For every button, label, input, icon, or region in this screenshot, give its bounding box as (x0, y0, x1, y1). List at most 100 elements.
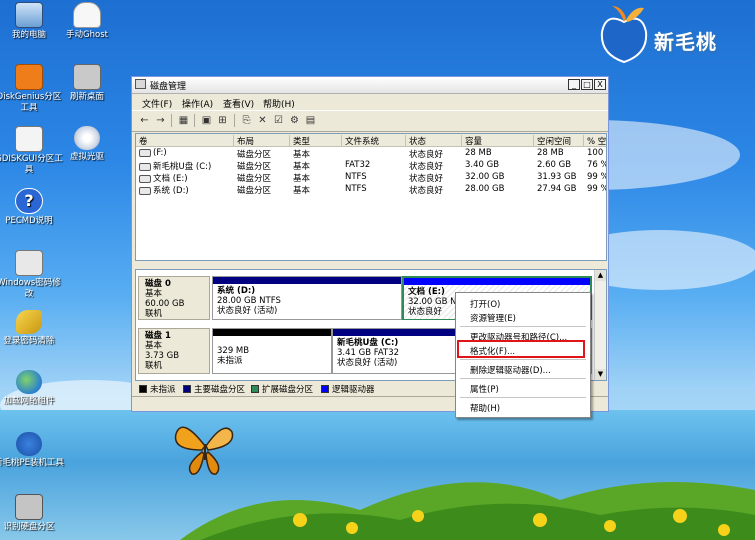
disk-scan-icon (15, 494, 43, 520)
butterfly-decoration (174, 426, 234, 475)
table-row[interactable]: 新毛桃U盘 (C:) 磁盘分区 基本 FAT32 状态良好 3.40 GB 2.… (136, 159, 607, 172)
help-icon[interactable]: ⊞ (216, 114, 229, 127)
grass-decoration (180, 482, 755, 540)
minimize-button[interactable]: _ (568, 79, 580, 90)
maximize-button[interactable]: □ (581, 79, 593, 90)
close-button[interactable]: X (594, 79, 606, 90)
desktop-icon-network[interactable]: 加载网络组件 (0, 370, 64, 407)
status-cell: 状态良好 (409, 186, 444, 196)
drive-icon (139, 174, 151, 183)
toolbar-separator (171, 114, 172, 127)
legend-label: 逻辑驱动器 (332, 385, 375, 395)
desktop-icon-label: Windows密码修改 (0, 278, 61, 299)
disk-1-label[interactable]: 磁盘 1 基本 3.73 GB 联机 (138, 328, 210, 374)
partition-name: 系统 (D:) (217, 286, 256, 296)
table-row[interactable]: (F:) 磁盘分区 基本 状态良好 28 MB 28 MB 100 % (136, 147, 606, 160)
table-row[interactable]: 系统 (D:) 磁盘分区 基本 NTFS 状态良好 28.00 GB 27.94… (136, 183, 607, 196)
disk-map-scrollbar[interactable]: ▲ ▼ (594, 270, 606, 380)
disk-size: 3.73 GB (145, 351, 180, 361)
desktop-icon-password[interactable]: Windows密码修改 (0, 250, 64, 300)
free-space-cell: 28 MB (537, 148, 564, 158)
menu-item-open[interactable]: 打开(O) (470, 298, 500, 310)
percent-free-cell: 76 % (587, 160, 607, 170)
primary-partition-bar (213, 277, 401, 284)
filesystem-cell: FAT32 (345, 160, 371, 170)
col-header-filesystem[interactable]: 文件系统 (342, 135, 406, 147)
refresh-icon (73, 64, 101, 90)
disk-type: 基本 (145, 289, 163, 299)
network-icon (16, 370, 42, 394)
disk-0-label[interactable]: 磁盘 0 基本 60.00 GB 联机 (138, 276, 210, 320)
forward-icon[interactable]: → (154, 114, 167, 127)
properties-icon[interactable]: ▣ (200, 114, 213, 127)
legend-logical: 逻辑驱动器 (321, 383, 375, 395)
scroll-down-icon[interactable]: ▼ (595, 369, 606, 380)
menu-item-help[interactable]: 帮助(H) (470, 402, 500, 414)
installer-icon (16, 432, 42, 456)
col-header-status[interactable]: 状态 (406, 135, 462, 147)
col-header-free-space[interactable]: 空闲空间 (534, 135, 584, 147)
window-titlebar[interactable]: 磁盘管理 _ □ X (132, 77, 608, 94)
gdisk-icon (15, 126, 43, 152)
menu-help[interactable]: 帮助(H) (263, 97, 295, 110)
free-space-cell: 31.93 GB (537, 172, 577, 182)
desktop-icon-ghost[interactable]: 手动Ghost (52, 2, 122, 41)
volume-cell: 系统 (D:) (139, 184, 189, 196)
partition-system-d[interactable]: 系统 (D:) 28.00 GB NTFS 状态良好 (活动) (212, 276, 402, 320)
menu-action[interactable]: 操作(A) (182, 97, 213, 110)
col-header-type[interactable]: 类型 (290, 135, 342, 147)
back-icon[interactable]: ← (138, 114, 151, 127)
desktop-icon-pecmd[interactable]: ? PECMD说明 (0, 188, 64, 227)
export-icon[interactable]: ☑ (272, 114, 285, 127)
menu-file[interactable]: 文件(F) (142, 97, 172, 110)
delete-icon[interactable]: ✕ (256, 114, 269, 127)
percent-free-cell: 99 % (587, 184, 607, 194)
percent-free-cell: 99 % (587, 172, 607, 182)
desktop-icon-disk-scan[interactable]: 识别硬盘分区 (0, 494, 64, 533)
desktop-icon-virtual-drive[interactable]: 虚拟光驱 (52, 126, 122, 163)
format-icon[interactable]: ▤ (304, 114, 317, 127)
legend-label: 未指派 (150, 385, 176, 395)
table-row[interactable]: 文档 (E:) 磁盘分区 基本 NTFS 状态良好 32.00 GB 31.93… (136, 171, 607, 184)
desktop-icon-refresh[interactable]: 刷新桌面 (52, 64, 122, 103)
col-header-capacity[interactable]: 容量 (462, 135, 534, 147)
computer-icon (15, 2, 43, 28)
legend-swatch (139, 385, 147, 393)
capacity-cell: 28.00 GB (465, 184, 505, 194)
menu-item-explore[interactable]: 资源管理(E) (470, 312, 516, 324)
virtual-drive-icon (74, 126, 100, 150)
col-header-layout[interactable]: 布局 (234, 135, 290, 147)
menu-separator (460, 326, 586, 327)
desktop-icon-key[interactable]: 登录密码清除 (0, 310, 64, 347)
legend-primary: 主要磁盘分区 (183, 383, 245, 395)
col-header-percent-free[interactable]: % 空 (584, 135, 606, 147)
volume-cell: (F:) (139, 148, 167, 158)
menu-view[interactable]: 查看(V) (223, 97, 254, 110)
desktop-icon-label: 加载网络组件 (3, 396, 55, 406)
refresh-icon[interactable]: ⎘ (240, 114, 253, 127)
menu-separator (460, 359, 586, 360)
view-icon[interactable]: ▦ (177, 114, 190, 127)
percent-free-cell: 100 % (587, 148, 606, 158)
partition-status: 状态良好 (活动) (217, 306, 278, 316)
free-space-cell: 27.94 GB (537, 184, 577, 194)
settings-icon[interactable]: ⚙ (288, 114, 301, 127)
filesystem-cell: NTFS (345, 184, 367, 194)
toolbar-separator (194, 114, 195, 127)
toolbar: ← → ▦ ▣ ⊞ ⎘ ✕ ☑ ⚙ ▤ (132, 110, 608, 132)
drive-icon (139, 162, 151, 171)
disk-name: 磁盘 0 (145, 279, 171, 289)
scroll-up-icon[interactable]: ▲ (595, 270, 606, 281)
disk-type: 基本 (145, 341, 163, 351)
key-icon (16, 310, 42, 334)
menu-item-properties[interactable]: 属性(P) (470, 383, 499, 395)
partition-unallocated[interactable]: 329 MB 未指派 (212, 328, 332, 374)
partition-status: 未指派 (217, 356, 243, 366)
desktop-icon-label: 刷新桌面 (69, 92, 104, 102)
brand-logo: 新毛桃 (596, 4, 746, 66)
ghost-icon (73, 2, 101, 28)
desktop-icon-installer[interactable]: 新毛桃PE装机工具 (0, 432, 64, 469)
menu-item-delete-logical-drive[interactable]: 删除逻辑驱动器(D)... (470, 364, 551, 376)
col-header-volume[interactable]: 卷 (136, 135, 234, 147)
legend-label: 主要磁盘分区 (194, 385, 246, 395)
